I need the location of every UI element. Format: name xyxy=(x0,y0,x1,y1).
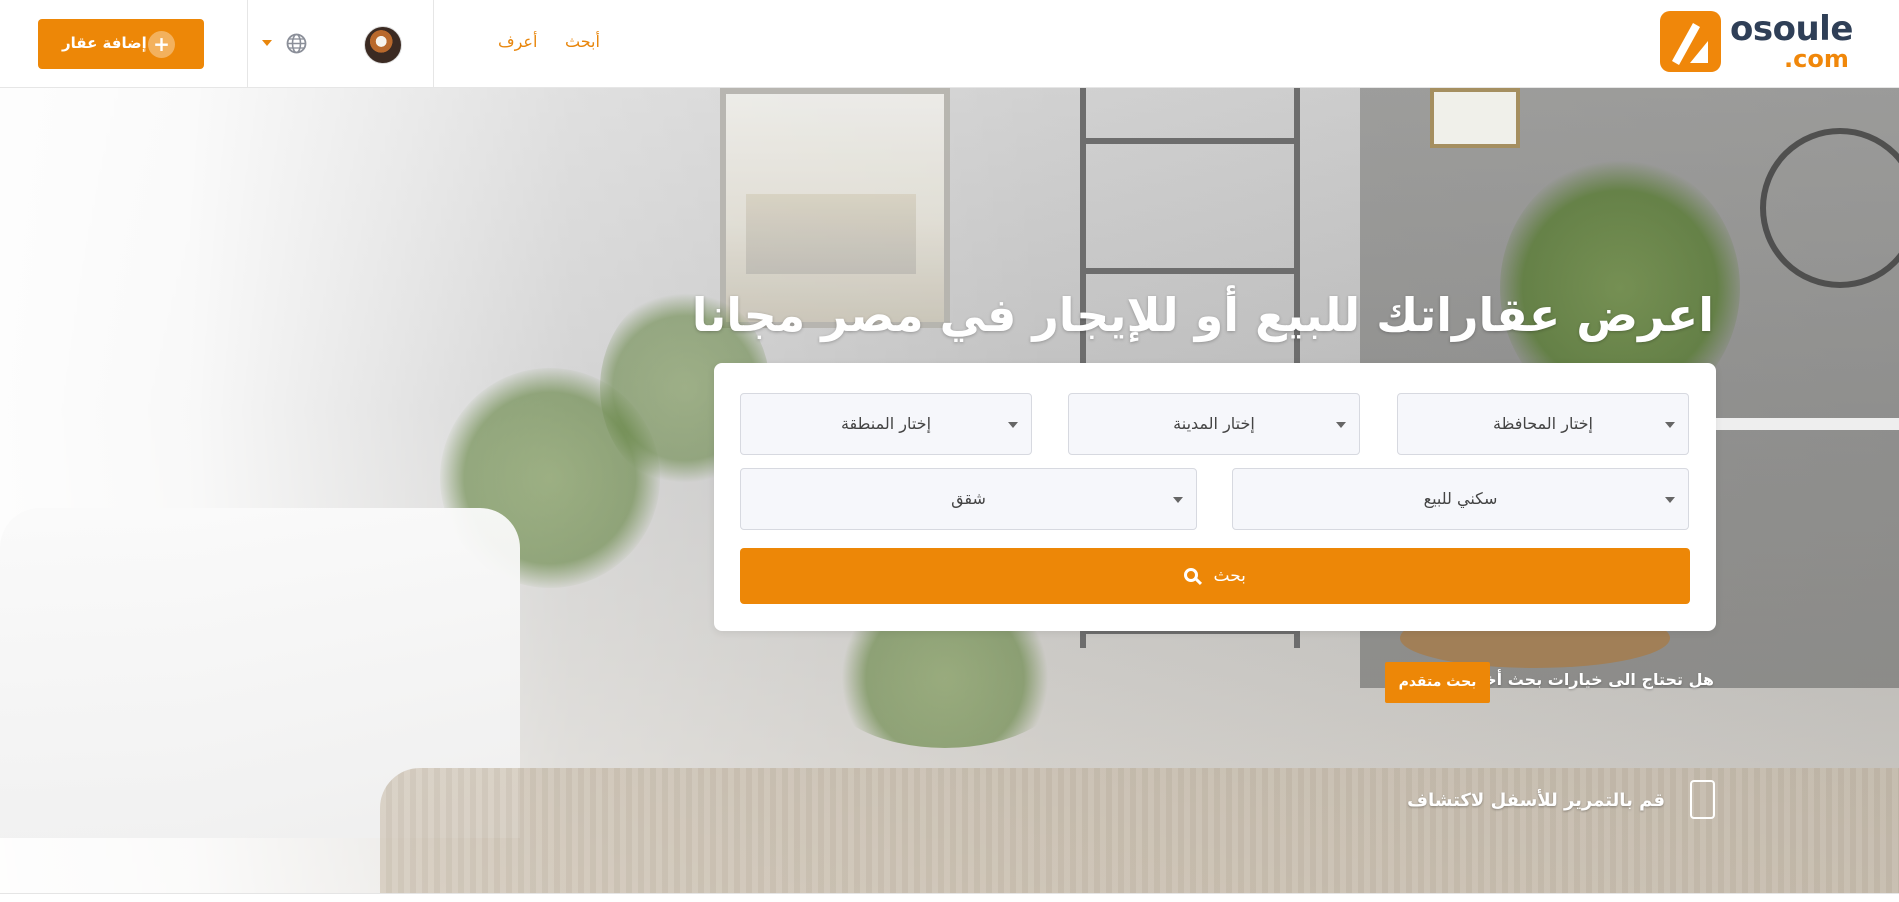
chevron-down-icon xyxy=(1336,422,1346,428)
site-header: osoule .com أبحث أعرف + إضافة عقار xyxy=(0,0,1899,88)
globe-icon[interactable] xyxy=(286,33,307,54)
language-dropdown-caret-icon[interactable] xyxy=(262,40,272,46)
add-property-label: إضافة عقار xyxy=(62,34,147,52)
header-divider xyxy=(247,0,248,88)
search-form: إختار المحافظة إختار المدينة إختار المنط… xyxy=(714,363,1716,631)
chevron-down-icon xyxy=(1665,497,1675,503)
city-select-label: إختار المدينة xyxy=(1173,414,1255,433)
search-button-label: بحث xyxy=(1213,566,1246,586)
unit-type-select-label: شقق xyxy=(951,489,986,508)
logo-wordmark: osoule xyxy=(1730,9,1853,49)
mouse-scroll-icon[interactable] xyxy=(1690,780,1715,819)
governorate-select[interactable]: إختار المحافظة xyxy=(1397,393,1689,455)
user-avatar[interactable] xyxy=(364,26,402,64)
purpose-select-label: سكني للبيع xyxy=(1423,489,1498,508)
logo-mark-icon xyxy=(1660,11,1721,72)
unit-type-select[interactable]: شقق xyxy=(740,468,1197,530)
chevron-down-icon xyxy=(1665,422,1675,428)
search-icon xyxy=(1184,568,1199,582)
area-select-label: إختار المنطقة xyxy=(840,414,932,433)
search-button[interactable]: بحث xyxy=(740,548,1690,604)
chevron-down-icon xyxy=(1008,422,1018,428)
hero-title: اعرض عقاراتك للبيع أو للإيجار في مصر مجا… xyxy=(691,288,1714,342)
chevron-down-icon xyxy=(1173,497,1183,503)
hero-background xyxy=(380,768,1899,893)
header-divider xyxy=(433,0,434,88)
advanced-search-question: هل تحتاج الى خيارات بحث أخرى xyxy=(1460,670,1714,689)
purpose-select[interactable]: سكني للبيع xyxy=(1232,468,1689,530)
plus-icon: + xyxy=(148,31,175,58)
add-property-button[interactable]: + إضافة عقار xyxy=(38,19,204,69)
hero-background xyxy=(1430,88,1520,148)
governorate-select-label: إختار المحافظة xyxy=(1493,414,1593,433)
nav-learn-link[interactable]: أعرف xyxy=(498,32,537,51)
logo-domain: .com xyxy=(1784,45,1849,73)
nav-search-link[interactable]: أبحث xyxy=(565,32,600,51)
hero-background xyxy=(1700,418,1899,430)
city-select[interactable]: إختار المدينة xyxy=(1068,393,1360,455)
page-bottom-strip xyxy=(0,893,1899,902)
area-select[interactable]: إختار المنطقة xyxy=(740,393,1032,455)
advanced-search-button[interactable]: بحث متقدم xyxy=(1385,662,1490,703)
hero-section: اعرض عقاراتك للبيع أو للإيجار في مصر مجا… xyxy=(0,88,1899,893)
scroll-hint: قم بالتمرير للأسفل لاكتشاف xyxy=(1407,790,1665,811)
site-logo[interactable]: osoule .com xyxy=(1660,9,1853,73)
